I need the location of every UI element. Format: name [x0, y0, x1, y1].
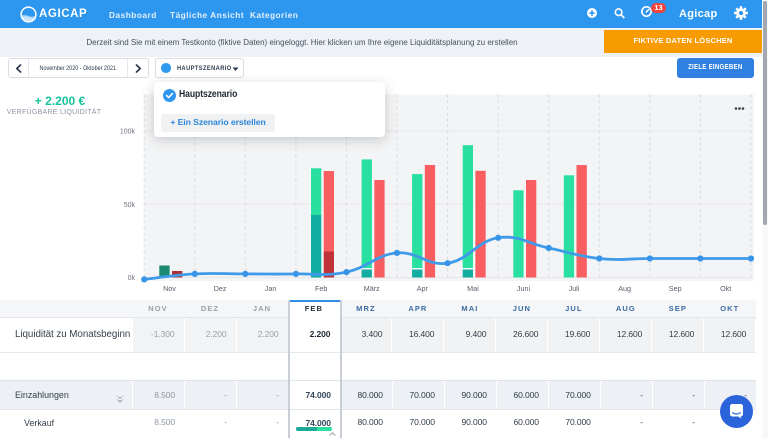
svg-text:Okt: Okt [720, 284, 731, 293]
svg-text:Sep: Sep [669, 284, 682, 293]
svg-text:Feb: Feb [315, 284, 327, 293]
svg-text:Juli: Juli [569, 284, 580, 293]
svg-text:Dez: Dez [214, 284, 227, 293]
svg-text:Aug: Aug [618, 284, 631, 293]
svg-text:Juni: Juni [517, 284, 531, 293]
svg-text:Apr: Apr [417, 284, 429, 293]
svg-text:Jan: Jan [265, 284, 277, 293]
svg-text:100k: 100k [120, 129, 136, 136]
svg-text:50k: 50k [124, 202, 136, 209]
svg-text:Nov: Nov [163, 284, 176, 293]
svg-text:März: März [364, 284, 380, 293]
svg-text:0k: 0k [128, 275, 136, 282]
svg-text:Mai: Mai [467, 284, 479, 293]
